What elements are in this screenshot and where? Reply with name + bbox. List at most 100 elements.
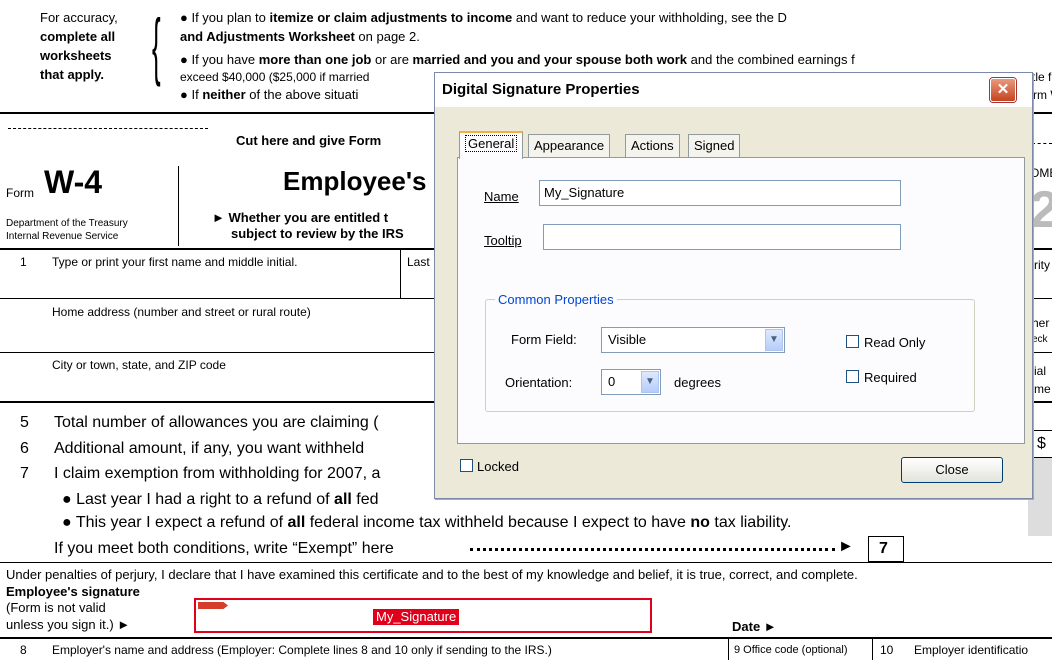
name-field[interactable]: My_Signature	[539, 180, 901, 206]
line9-divider	[728, 638, 729, 660]
dept-line-2: Internal Revenue Service	[6, 231, 119, 242]
close-button[interactable]: Close	[901, 457, 1003, 483]
digital-signature-properties-dialog: Digital Signature Properties ✕ General A…	[434, 72, 1033, 499]
tab-signed-label: Signed	[694, 138, 735, 153]
tab-actions[interactable]: Actions	[625, 134, 680, 157]
date-label: Date ►	[732, 619, 777, 634]
brace-glyph: {	[152, 4, 161, 87]
line6-number: 6	[20, 440, 29, 457]
accuracy-line-4: that apply.	[40, 67, 105, 82]
signature-field[interactable]: My_Signature	[194, 598, 652, 633]
read-only-label: Read Only	[864, 335, 926, 350]
signature-flag-icon	[198, 602, 228, 609]
line1-text: Type or print your first name and middle…	[52, 255, 298, 269]
required-checkbox[interactable]	[846, 370, 859, 383]
accuracy-line-1: For accuracy,	[40, 10, 118, 25]
tooltip-field[interactable]	[543, 224, 901, 250]
accuracy-line-2: complete all	[40, 29, 116, 44]
form-title: Employee's	[283, 166, 427, 196]
tab-general-label: General	[465, 135, 518, 152]
bullet-exceed-right: tle f	[1032, 70, 1052, 84]
employee-signature-label: Employee's signature	[6, 584, 140, 599]
line9-text: 9 Office code (optional)	[734, 644, 848, 656]
right-ial: ial	[1034, 364, 1047, 378]
orientation-label: Orientation:	[505, 375, 573, 390]
line10-text: Employer identificatio	[914, 643, 1029, 657]
bullet-itemize-line2: and Adjustments Worksheet on page 2.	[180, 29, 420, 44]
form-field-label: Form Field:	[511, 332, 577, 347]
name-label: Name	[484, 189, 519, 204]
bullet-exceed: exceed $40,000 ($25,000 if married	[180, 70, 370, 84]
tab-general[interactable]: General	[459, 131, 524, 159]
tooltip-label: Tooltip	[484, 233, 522, 248]
required-label: Required	[864, 370, 917, 385]
dialog-title-bar[interactable]: Digital Signature Properties ✕	[435, 73, 1032, 107]
degrees-label: degrees	[674, 375, 721, 390]
year-digit: 2	[1030, 181, 1052, 239]
cut-dashes-left	[8, 128, 208, 129]
line1-last: Last	[407, 255, 430, 269]
line7-bullet-2: ● This year I expect a refund of all fed…	[62, 514, 792, 531]
line7-arrow: ►	[838, 538, 854, 555]
line7-text: I claim exemption from withholding for 2…	[54, 465, 381, 482]
line8-number: 8	[20, 643, 27, 657]
locked-checkbox[interactable]	[460, 459, 473, 472]
tab-appearance-label: Appearance	[534, 138, 605, 153]
tab-appearance[interactable]: Appearance	[528, 134, 611, 157]
chevron-down-icon[interactable]: ▼	[641, 371, 659, 393]
form-field-value: Visible	[608, 332, 647, 347]
right-her: her	[1032, 316, 1050, 330]
signature-field-label: My_Signature	[373, 609, 460, 625]
chevron-down-icon[interactable]: ▼	[765, 329, 783, 351]
dialog-title: Digital Signature Properties	[442, 81, 640, 98]
form-field-dropdown[interactable]: Visible ▼	[601, 327, 785, 353]
bullet-neither-right: rm W	[1033, 88, 1052, 102]
line8-text: Employer's name and address (Employer: C…	[52, 643, 552, 657]
whether-line-2: subject to review by the IRS	[231, 226, 404, 241]
bullet-more-than-one-job: ● If you have more than one job or are m…	[180, 52, 855, 67]
line10-number: 10	[880, 643, 894, 657]
not-valid-line-1: (Form is not valid	[6, 600, 106, 615]
cut-here-text: Cut here and give Form	[236, 133, 382, 148]
line5-text: Total number of allowances you are claim…	[54, 414, 379, 431]
orientation-dropdown[interactable]: 0 ▼	[601, 369, 661, 395]
line1-number: 1	[20, 255, 27, 269]
whether-line-1: ► Whether you are entitled t	[212, 210, 389, 225]
line7-leader-dots	[470, 548, 835, 551]
right-eck: eck	[1032, 334, 1048, 345]
header-divider	[178, 166, 179, 246]
line10-divider	[872, 638, 873, 660]
line7-bullet-1: ● Last year I had a right to a refund of…	[62, 491, 379, 508]
line5-number: 5	[20, 414, 29, 431]
line6-dollar: $	[1037, 435, 1046, 452]
form-number: W-4	[44, 164, 103, 200]
read-only-checkbox[interactable]	[846, 335, 859, 348]
line7-box-number: 7	[879, 540, 888, 557]
omb-text: OMB	[1030, 166, 1052, 180]
right-me: me	[1034, 382, 1051, 396]
not-valid-line-2: unless you sign it.) ►	[6, 617, 131, 632]
common-properties-group	[485, 299, 975, 412]
line6-text: Additional amount, if any, you want with…	[54, 440, 365, 457]
line7-box: 7	[868, 536, 904, 562]
common-properties-title: Common Properties	[495, 292, 617, 307]
line1-right: rity	[1034, 258, 1050, 272]
divider	[0, 562, 1052, 563]
bullet-neither: ● If neither of the above situati	[180, 87, 359, 102]
perjury-statement: Under penalties of perjury, I declare th…	[6, 567, 858, 582]
line1-divider	[400, 249, 401, 299]
form-label: Form	[6, 186, 34, 200]
orientation-value: 0	[608, 374, 616, 389]
tab-actions-label: Actions	[631, 138, 674, 153]
accuracy-line-3: worksheets	[40, 48, 112, 63]
line7-number: 7	[20, 465, 29, 482]
divider	[0, 637, 1052, 639]
home-address-label: Home address (number and street or rural…	[52, 305, 311, 319]
tab-signed[interactable]: Signed	[688, 134, 741, 157]
dept-line-1: Department of the Treasury	[6, 218, 128, 229]
city-label: City or town, state, and ZIP code	[52, 358, 226, 372]
line7-exempt-text: If you meet both conditions, write “Exem…	[54, 540, 394, 557]
close-icon[interactable]: ✕	[990, 78, 1016, 102]
bullet-itemize: ● If you plan to itemize or claim adjust…	[180, 10, 787, 25]
locked-label: Locked	[477, 459, 519, 474]
